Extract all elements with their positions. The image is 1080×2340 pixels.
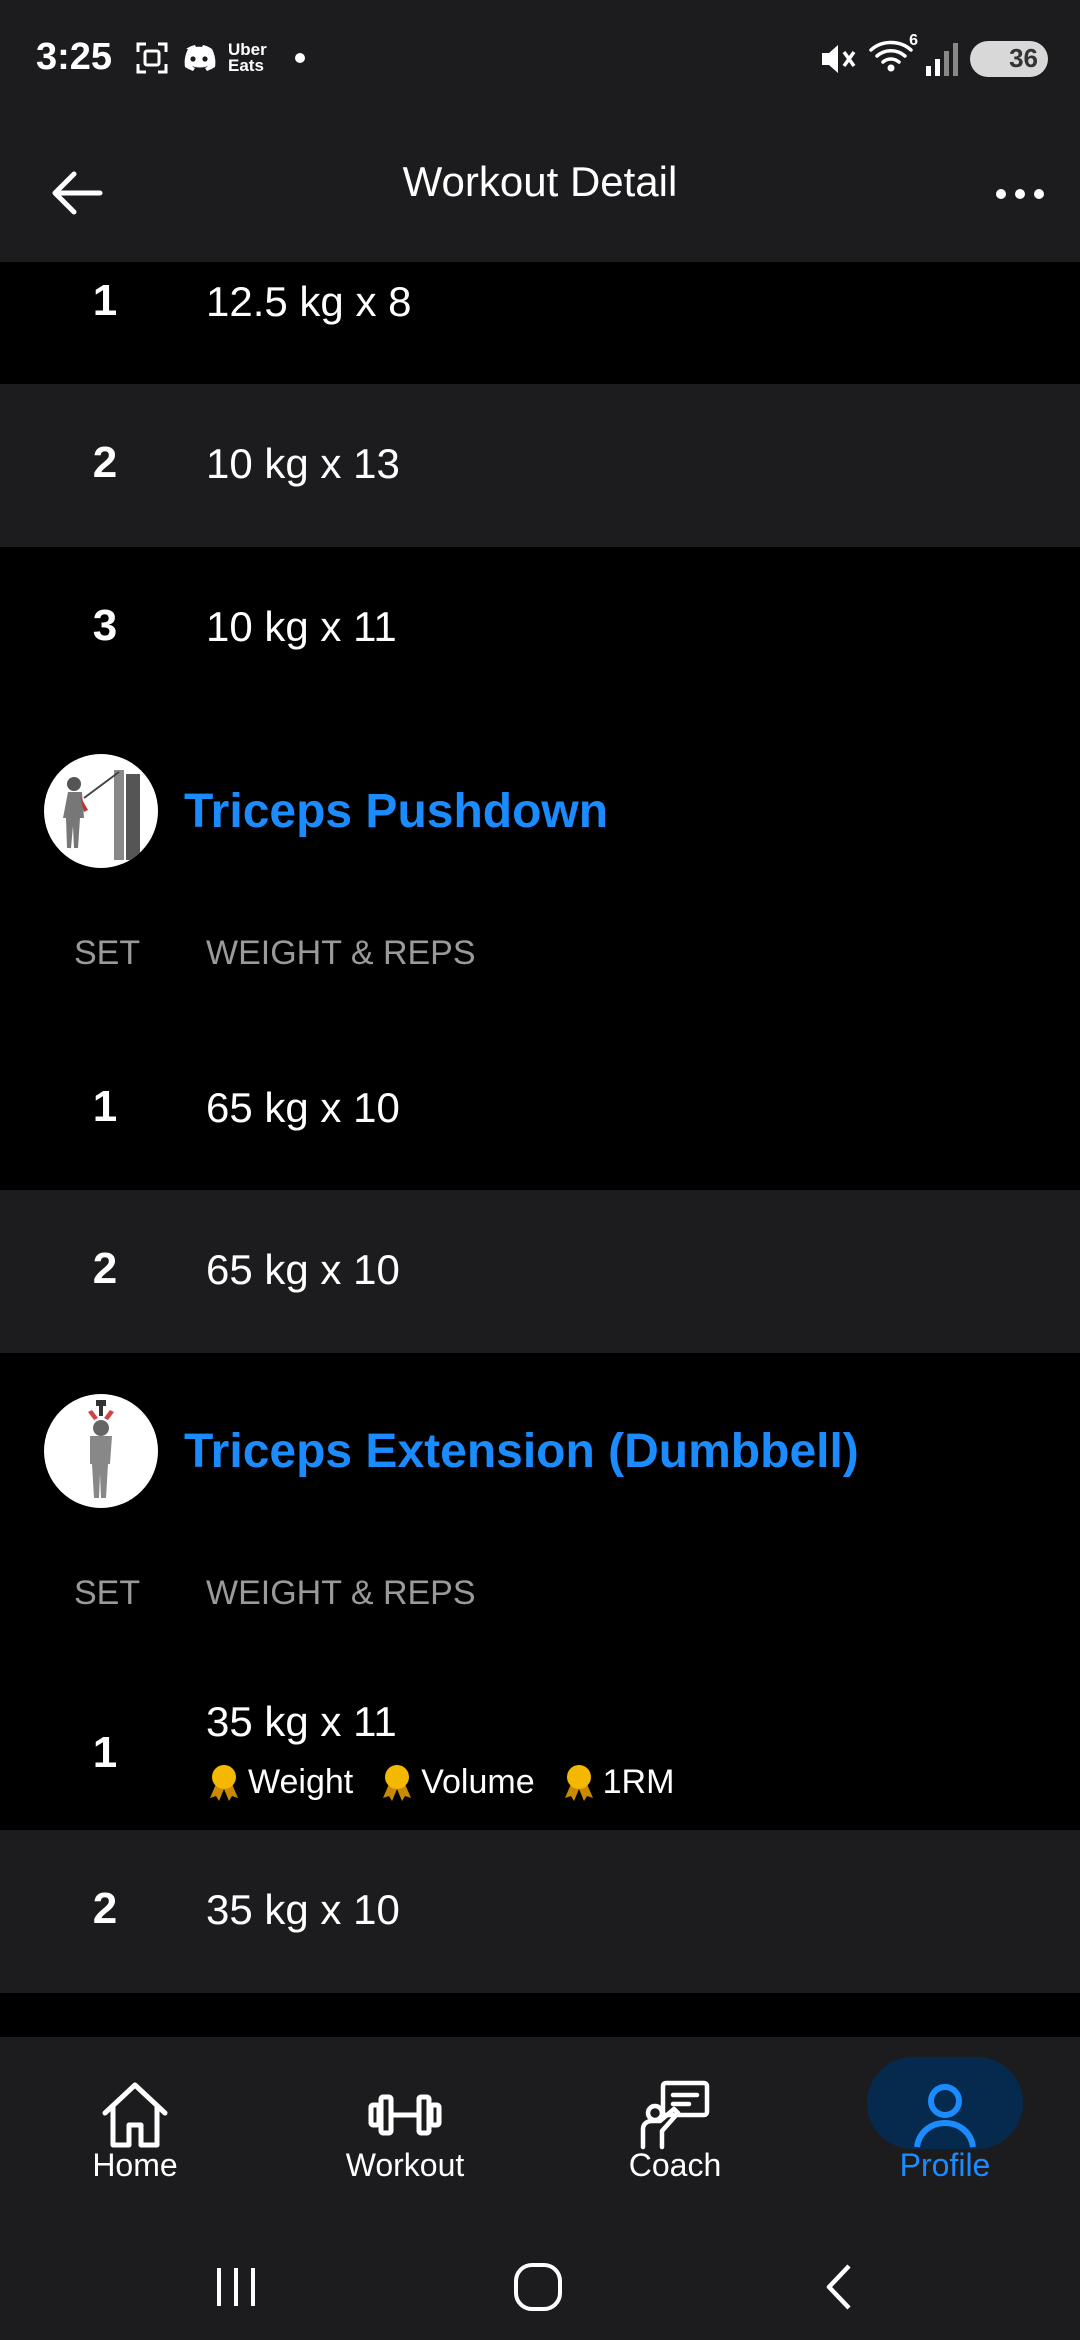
- nav-label: Workout: [345, 2147, 465, 2183]
- mute-icon: [822, 44, 856, 73]
- circle-home-icon: [514, 2263, 562, 2311]
- medal-icon: [383, 1765, 412, 1801]
- set-number: 1: [92, 276, 118, 325]
- record-badges: Weight Volume 1RM: [206, 1762, 700, 1802]
- set-number: 2: [92, 438, 118, 487]
- nav-label: Coach: [628, 2147, 722, 2183]
- set-row: 2 35 kg x 10: [0, 1830, 1080, 1993]
- battery-level: 36: [1009, 43, 1038, 73]
- screenshot-icon: [136, 42, 168, 74]
- set-weight-reps: 65 kg x 10: [206, 1084, 400, 1131]
- recent-apps-button[interactable]: [186, 2247, 286, 2327]
- home-system-button[interactable]: [488, 2247, 588, 2327]
- exercise-thumbnail: [44, 754, 158, 868]
- nav-coach[interactable]: Coach: [540, 2037, 810, 2227]
- record-badge-weight: Weight: [206, 1762, 353, 1802]
- set-row: 2 10 kg x 13: [0, 384, 1080, 547]
- recent-apps-icon: [217, 2268, 255, 2306]
- badge-label: Weight: [248, 1762, 354, 1801]
- nav-profile[interactable]: Profile: [810, 2037, 1080, 2227]
- workout-detail-content[interactable]: 1 12.5 kg x 8 2 10 kg x 13 3 10 kg x 11 …: [0, 262, 1080, 2037]
- set-number: 3: [92, 601, 118, 650]
- nav-home[interactable]: Home: [0, 2037, 270, 2227]
- more-dot: [1034, 189, 1044, 199]
- system-status-icons: 6 36: [818, 32, 1048, 79]
- set-weight-reps: 12.5 kg x 8: [206, 278, 412, 325]
- record-badge-volume: Volume: [379, 1762, 535, 1802]
- signal-icon: [926, 42, 958, 76]
- set-number: 2: [92, 1884, 118, 1933]
- discord-icon: [184, 45, 216, 71]
- set-weight-reps: 35 kg x 11: [206, 1698, 397, 1745]
- column-header: SET WEIGHT & REPS: [0, 1574, 1080, 1634]
- nav-workout[interactable]: Workout: [270, 2037, 540, 2227]
- wifi-badge: 6: [909, 32, 918, 49]
- badge-label: Volume: [421, 1762, 535, 1801]
- wifi-status: 6: [868, 32, 918, 79]
- set-row: 3 10 kg x 11: [0, 547, 1080, 710]
- medal-icon: [210, 1765, 238, 1801]
- set-weight-reps: 10 kg x 13: [206, 440, 400, 487]
- app-bar: Workout Detail: [0, 122, 1080, 262]
- more-notifications-dot: [294, 53, 305, 63]
- set-weight-reps: 35 kg x 10: [206, 1886, 400, 1933]
- column-set-label: SET: [74, 1574, 141, 1612]
- set-weight-reps: 65 kg x 10: [206, 1246, 400, 1293]
- notification-icons: Uber Eats: [134, 40, 305, 76]
- more-dot: [996, 189, 1006, 199]
- exercise-header[interactable]: Triceps Extension (Dumbbell): [0, 1394, 1080, 1514]
- uber-eats-icon: Uber Eats: [228, 41, 267, 75]
- exercise-header[interactable]: Triceps Pushdown: [0, 754, 1080, 874]
- set-number: 2: [92, 1244, 118, 1293]
- badge-label: 1RM: [602, 1762, 675, 1801]
- cable-pushdown-icon: [63, 770, 140, 860]
- set-number: 1: [92, 1728, 118, 1777]
- column-weight-reps-label: WEIGHT & REPS: [206, 1574, 476, 1612]
- exercise-name[interactable]: Triceps Pushdown: [184, 784, 608, 839]
- set-row: 2 65 kg x 10: [0, 1190, 1080, 1353]
- back-system-button[interactable]: [790, 2247, 890, 2327]
- wifi-icon: [869, 40, 913, 72]
- medal-icon: [564, 1765, 593, 1801]
- set-row: 1 35 kg x 11 Weight Volume 1RM: [0, 1662, 1080, 1830]
- column-set-label: SET: [74, 934, 141, 972]
- column-header: SET WEIGHT & REPS: [0, 934, 1080, 994]
- status-time: 3:25: [36, 36, 113, 78]
- chevron-left-icon: [826, 2264, 851, 2310]
- more-options-button[interactable]: [988, 162, 1052, 226]
- column-weight-reps-label: WEIGHT & REPS: [206, 934, 476, 972]
- set-number: 1: [92, 1082, 118, 1131]
- set-weight-reps: 10 kg x 11: [206, 603, 397, 650]
- system-navigation-bar: [0, 2227, 1080, 2340]
- record-badge-1rm: 1RM: [561, 1762, 675, 1802]
- uber-eats-line2: Eats: [228, 56, 264, 75]
- more-dot: [1015, 189, 1025, 199]
- bottom-navigation: Home Workout Coach Profile: [0, 2037, 1080, 2227]
- set-row: 1 65 kg x 10: [0, 1030, 1080, 1190]
- exercise-thumbnail: [44, 1394, 158, 1508]
- battery-indicator: 36: [970, 40, 1048, 77]
- nav-label: Profile: [899, 2147, 991, 2183]
- set-row: 1 12.5 kg x 8: [0, 262, 1080, 382]
- dumbbell-extension-icon: [88, 1400, 114, 1498]
- page-title: Workout Detail: [402, 158, 678, 205]
- nav-label: Home: [92, 2147, 178, 2183]
- status-bar: 3:25 Uber Eats 6 36: [0, 0, 1080, 122]
- exercise-name[interactable]: Triceps Extension (Dumbbell): [184, 1424, 859, 1479]
